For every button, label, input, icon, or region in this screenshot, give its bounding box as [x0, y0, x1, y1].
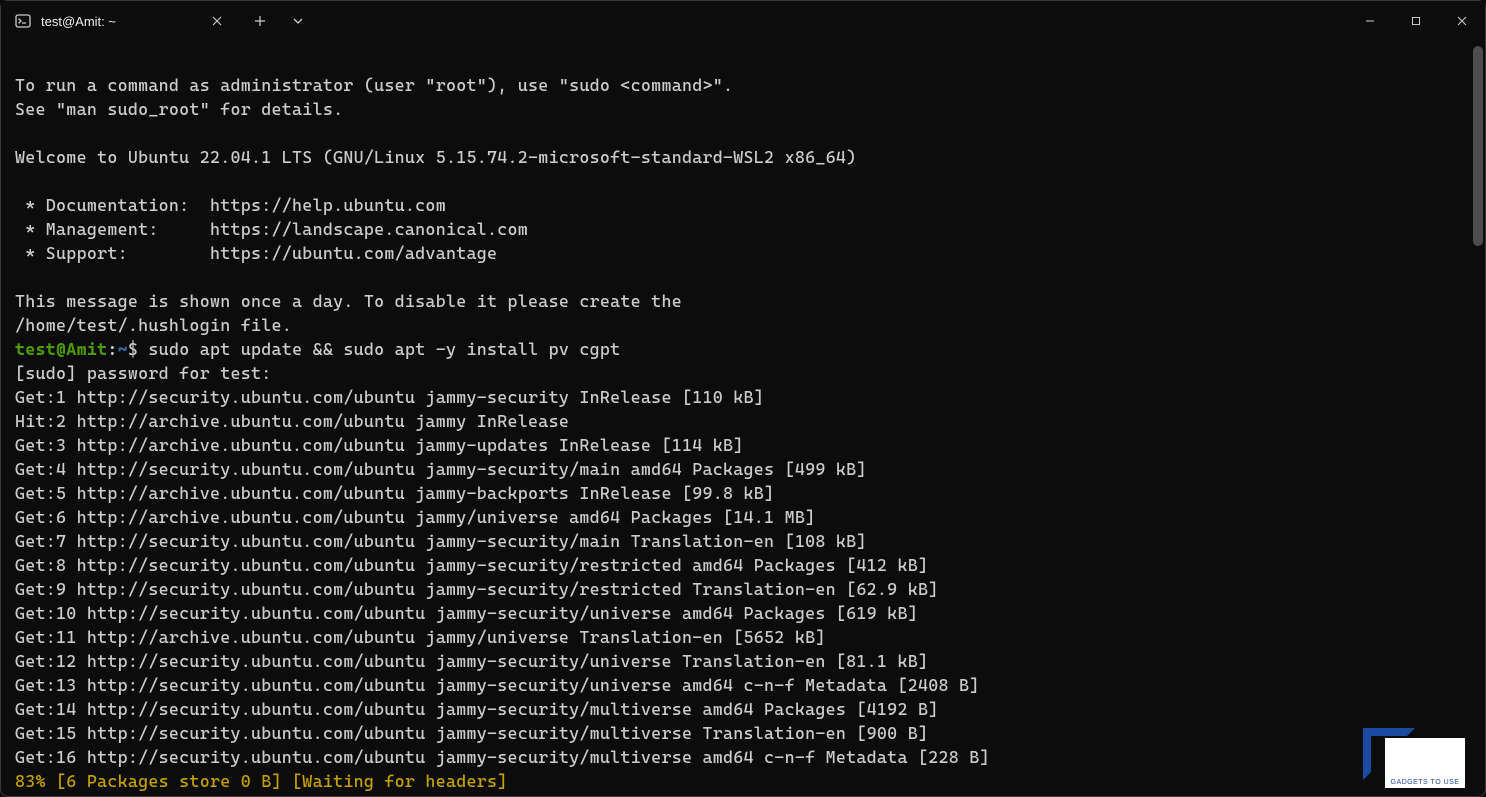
tab-terminal[interactable]: test@Amit: ~: [1, 1, 241, 41]
terminal-icon: [15, 13, 31, 29]
new-tab-button[interactable]: [241, 1, 279, 41]
watermark-text: GADGETS TO USE: [1391, 779, 1460, 786]
apt-line: Get:4 http://security.ubuntu.com/ubuntu …: [15, 459, 867, 479]
command-text: sudo apt update && sudo apt -y install p…: [148, 339, 620, 359]
apt-line: Hit:2 http://archive.ubuntu.com/ubuntu j…: [15, 411, 569, 431]
motd-line: To run a command as administrator (user …: [15, 75, 733, 95]
apt-line: Get:15 http://security.ubuntu.com/ubuntu…: [15, 723, 928, 743]
tab-title: test@Amit: ~: [41, 14, 195, 29]
motd-line: See "man sudo_root" for details.: [15, 99, 343, 119]
titlebar-drag-area[interactable]: [317, 1, 1347, 41]
motd-welcome: Welcome to Ubuntu 22.04.1 LTS (GNU/Linux…: [15, 147, 856, 167]
apt-line: Get:7 http://security.ubuntu.com/ubuntu …: [15, 531, 867, 551]
terminal-output[interactable]: To run a command as administrator (user …: [1, 41, 1485, 796]
maximize-button[interactable]: [1393, 1, 1439, 41]
motd-mgmt: * Management: https://landscape.canonica…: [15, 219, 528, 239]
minimize-button[interactable]: [1347, 1, 1393, 41]
motd-daily: This message is shown once a day. To dis…: [15, 291, 682, 311]
window-controls: [1347, 1, 1485, 41]
scrollbar-thumb[interactable]: [1473, 46, 1483, 246]
apt-line: Get:3 http://archive.ubuntu.com/ubuntu j…: [15, 435, 744, 455]
prompt-path: ~: [118, 339, 128, 359]
apt-progress: 83% [6 Packages store 0 B] [Waiting for …: [15, 771, 508, 791]
apt-line: Get:8 http://security.ubuntu.com/ubuntu …: [15, 555, 928, 575]
apt-line: Get:9 http://security.ubuntu.com/ubuntu …: [15, 579, 938, 599]
apt-line: Get:1 http://security.ubuntu.com/ubuntu …: [15, 387, 764, 407]
prompt-user-host: test@Amit: [15, 339, 107, 359]
motd-support: * Support: https://ubuntu.com/advantage: [15, 243, 497, 263]
sudo-password-prompt: [sudo] password for test:: [15, 363, 272, 383]
apt-line: Get:13 http://security.ubuntu.com/ubuntu…: [15, 675, 980, 695]
tab-dropdown-button[interactable]: [279, 1, 317, 41]
apt-line: Get:14 http://security.ubuntu.com/ubuntu…: [15, 699, 938, 719]
motd-hushlogin: /home/test/.hushlogin file.: [15, 315, 292, 335]
apt-line: Get:11 http://archive.ubuntu.com/ubuntu …: [15, 627, 826, 647]
apt-line: Get:5 http://archive.ubuntu.com/ubuntu j…: [15, 483, 774, 503]
apt-line: Get:12 http://security.ubuntu.com/ubuntu…: [15, 651, 928, 671]
apt-line: Get:10 http://security.ubuntu.com/ubuntu…: [15, 603, 918, 623]
apt-line: Get:16 http://security.ubuntu.com/ubuntu…: [15, 747, 990, 767]
close-button[interactable]: [1439, 1, 1485, 41]
apt-line: Get:6 http://archive.ubuntu.com/ubuntu j…: [15, 507, 815, 527]
watermark-logo: GADGETS TO USE: [1385, 738, 1465, 788]
titlebar: test@Amit: ~: [1, 1, 1485, 41]
tab-close-button[interactable]: [205, 9, 229, 33]
motd-doc: * Documentation: https://help.ubuntu.com: [15, 195, 446, 215]
